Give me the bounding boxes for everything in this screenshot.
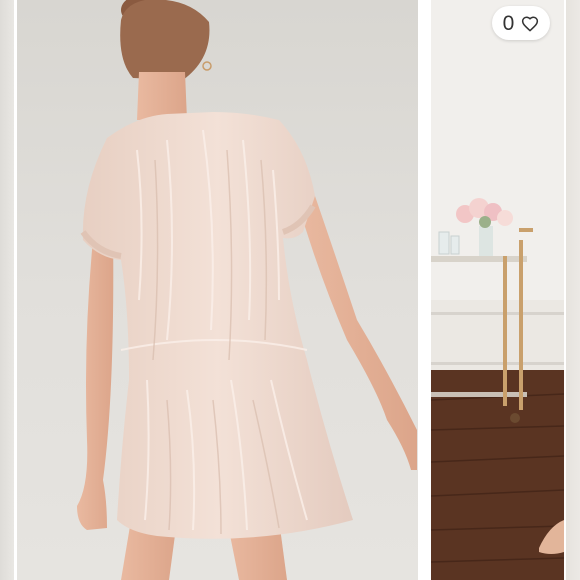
earring — [202, 61, 212, 71]
left-arm — [77, 220, 114, 530]
like-button[interactable]: 0 — [492, 6, 550, 40]
previous-photo[interactable] — [0, 0, 14, 580]
main-photo[interactable] — [17, 0, 418, 580]
photo-carousel[interactable]: 0 — [0, 0, 580, 580]
hair — [120, 0, 210, 80]
neck — [137, 72, 187, 120]
room-photo-illustration — [431, 0, 564, 580]
dress-photo-illustration — [77, 0, 417, 580]
next-photo-edge — [566, 0, 580, 580]
heart-outline-icon — [522, 15, 539, 32]
next-photo[interactable] — [431, 0, 564, 580]
like-count: 0 — [502, 11, 515, 35]
velvet-dress — [82, 112, 353, 539]
